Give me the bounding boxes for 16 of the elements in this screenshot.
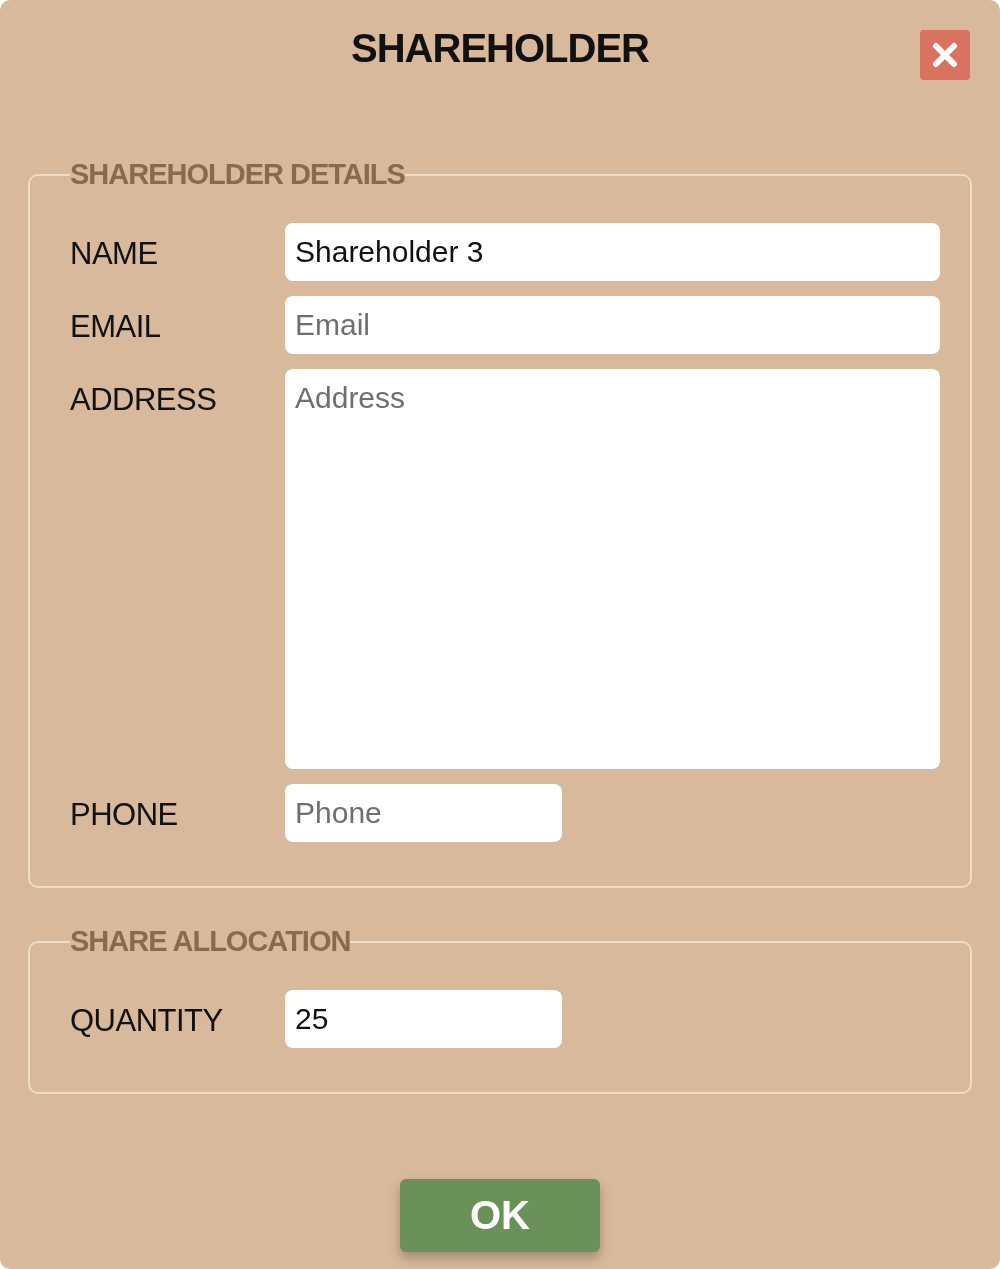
field-label: ADDRESS [70, 381, 218, 418]
dialog-title: SHAREHOLDER [351, 26, 649, 71]
ok-button[interactable]: OK [400, 1179, 600, 1252]
text-field[interactable]: Phone [285, 784, 562, 842]
field-label: PHONE [70, 796, 179, 833]
text-field[interactable]: 25 [285, 990, 562, 1048]
text-field[interactable]: Shareholder 3 [285, 223, 940, 281]
section-legend: SHARE ALLOCATION [70, 925, 351, 958]
text-field[interactable]: Email [285, 296, 940, 354]
field-label: EMAIL [70, 308, 162, 345]
field-label: NAME [70, 235, 159, 272]
close-icon [932, 42, 958, 68]
close-button[interactable] [920, 30, 970, 80]
text-area[interactable]: Address [285, 369, 940, 769]
section-legend: SHAREHOLDER DETAILS [70, 158, 405, 191]
field-label: QUANTITY [70, 1002, 224, 1039]
